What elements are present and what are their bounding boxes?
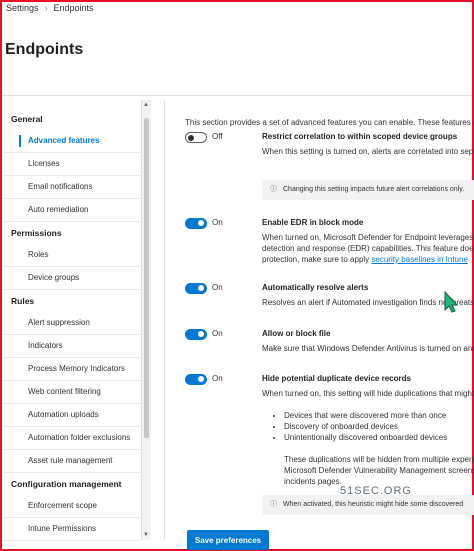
toggle-state-label: On (212, 329, 223, 338)
nav-item-auto-remediation[interactable]: Auto remediation (3, 199, 141, 222)
toggle-state-label: On (212, 218, 223, 227)
mouse-cursor-icon (444, 291, 459, 313)
setting-title: Hide potential duplicate device records (262, 374, 411, 383)
note-line: These duplications will be hidden from m… (284, 455, 474, 464)
nav-group-configuration-management: Configuration management (11, 479, 122, 489)
setting-description: When turned on, Microsoft Defender for E… (262, 232, 474, 265)
list-item: Devices that were discovered more than o… (284, 410, 447, 421)
edr-block-mode-toggle[interactable] (185, 218, 207, 229)
toggle-state-label: On (212, 283, 223, 292)
description-line: When turned on, Microsoft Defender for E… (262, 233, 474, 242)
list-item: Unintentionally discovered onboarded dev… (284, 432, 447, 443)
settings-nav: General Advanced features Licenses Email… (3, 108, 141, 541)
nav-group-permissions: Permissions (11, 228, 62, 238)
setting-auto-resolve: On Automatically resolve alerts Resolves… (185, 283, 474, 313)
toggle-state-label: On (212, 374, 223, 383)
nav-item-device-groups[interactable]: Device groups (3, 267, 141, 290)
toggle-knob (198, 376, 204, 382)
nav-item-automation-uploads[interactable]: Automation uploads (3, 404, 141, 427)
setting-description: When this setting is turned on, alerts a… (262, 147, 474, 156)
nav-item-asset-rule-management[interactable]: Asset rule management (3, 450, 141, 473)
toggle-state-label: Off (212, 132, 223, 141)
list-item: Discovery of onboarded devices (284, 421, 447, 432)
chevron-right-icon: › (44, 3, 48, 13)
setting-description: When turned on, this setting will hide d… (262, 389, 474, 398)
toggle-knob (198, 285, 204, 291)
breadcrumb-current: Endpoints (53, 3, 94, 13)
setting-title: Allow or block file (262, 329, 331, 338)
breadcrumb: Settings › Endpoints (6, 3, 94, 13)
restrict-correlation-toggle[interactable] (185, 132, 207, 143)
setting-description: Make sure that Windows Defender Antiviru… (262, 344, 474, 353)
setting-note: These duplications will be hidden from m… (284, 454, 474, 487)
info-icon: ⓘ (270, 501, 277, 508)
scrollbar-thumb[interactable] (144, 118, 149, 438)
description-text: protection, make sure to apply (262, 255, 370, 264)
nav-item-intune-permissions[interactable]: Intune Permissions (3, 518, 141, 541)
allow-block-file-toggle[interactable] (185, 329, 207, 340)
setting-title: Restrict correlation to within scoped de… (262, 132, 458, 141)
setting-title: Automatically resolve alerts (262, 283, 369, 292)
description-line: protection, make sure to apply security … (262, 254, 474, 265)
nav-item-email-notifications[interactable]: Email notifications (3, 176, 141, 199)
nav-item-web-content-filtering[interactable]: Web content filtering (3, 381, 141, 404)
breadcrumb-settings-link[interactable]: Settings (6, 3, 39, 13)
intro-text: This section provides a set of advanced … (185, 118, 474, 127)
nav-item-advanced-features[interactable]: Advanced features (3, 130, 141, 153)
hide-duplicates-toggle[interactable] (185, 374, 207, 385)
nav-item-enforcement-scope[interactable]: Enforcement scope (3, 495, 141, 518)
nav-item-automation-folder-exclusions[interactable]: Automation folder exclusions (3, 427, 141, 450)
duplicate-types-list: Devices that were discovered more than o… (262, 410, 447, 443)
watermark-text: 51SEC.ORG (340, 485, 412, 497)
nav-group-rules: Rules (11, 296, 35, 306)
advanced-features-panel: This section provides a set of advanced … (185, 118, 474, 515)
save-preferences-button[interactable]: Save preferences (187, 530, 269, 550)
page-title: Endpoints (5, 41, 84, 58)
scroll-down-arrow-icon[interactable]: ▼ (143, 532, 149, 538)
toggle-knob (198, 220, 204, 226)
nav-scrollbar[interactable]: ▲ ▼ (141, 100, 151, 540)
divider (2, 95, 472, 96)
note-line: Microsoft Defender Vulnerability Managem… (284, 466, 474, 475)
nav-group-general: General (11, 114, 43, 124)
pane-divider (164, 100, 165, 540)
setting-restrict-correlation: Off Restrict correlation to within scope… (185, 132, 474, 212)
setting-hide-duplicates: On Hide potential duplicate device recor… (185, 374, 474, 534)
nav-item-indicators[interactable]: Indicators (3, 335, 141, 358)
toggle-knob (188, 134, 194, 141)
scroll-up-arrow-icon[interactable]: ▲ (143, 102, 149, 108)
auto-resolve-toggle[interactable] (185, 283, 207, 294)
setting-allow-block-file: On Allow or block file Make sure that Wi… (185, 329, 474, 359)
setting-edr-block-mode: On Enable EDR in block mode When turned … (185, 218, 474, 268)
toggle-knob (198, 331, 204, 337)
info-text: When activated, this heuristic might hid… (283, 501, 464, 508)
info-icon: ⓘ (270, 186, 277, 193)
nav-item-process-memory-indicators[interactable]: Process Memory Indicators (3, 358, 141, 381)
info-text: Changing this setting impacts future ale… (283, 186, 465, 193)
nav-item-roles[interactable]: Roles (3, 244, 141, 267)
security-baselines-link[interactable]: security baselines in Intune (371, 255, 468, 264)
nav-item-alert-suppression[interactable]: Alert suppression (3, 312, 141, 335)
info-banner: ⓘ When activated, this heuristic might hi… (262, 495, 474, 515)
description-line: detection and response (EDR) capabilitie… (262, 244, 474, 253)
nav-item-licenses[interactable]: Licenses (3, 153, 141, 176)
info-banner: ⓘ Changing this setting impacts future al… (262, 180, 474, 200)
setting-title: Enable EDR in block mode (262, 218, 364, 227)
